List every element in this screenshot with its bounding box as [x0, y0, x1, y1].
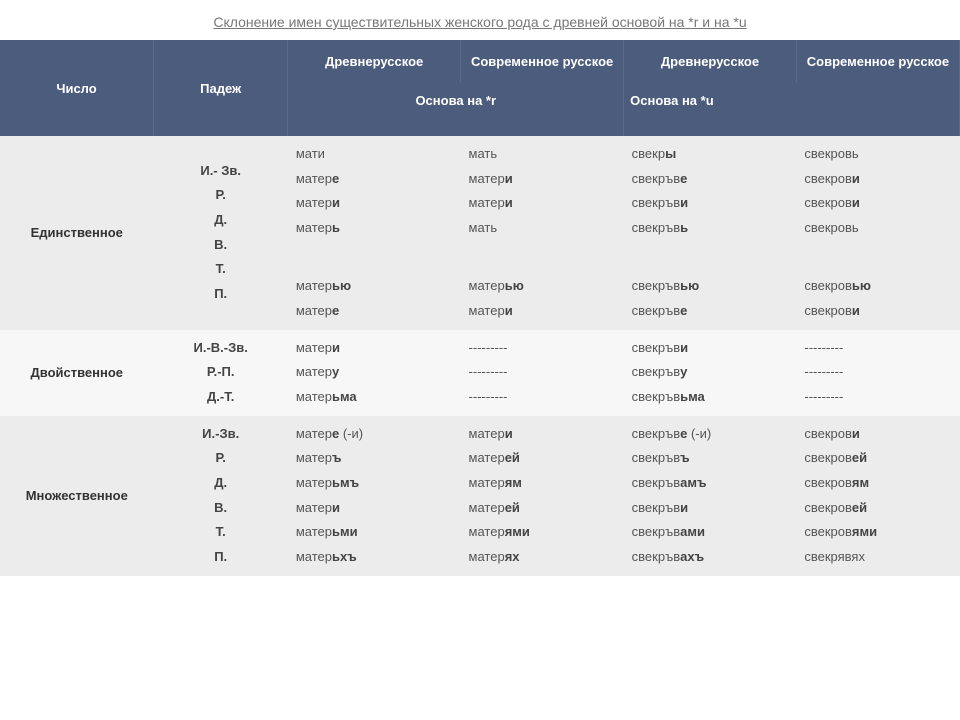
sg-old-r: матиматерематериматерьматерьюматере	[288, 136, 461, 330]
pl-new-u: свекровисвекровейсвекровямсвекровейсвекр…	[796, 416, 959, 576]
hdr-old-1: Древнерусское	[288, 40, 461, 83]
pl-old-u: свекръве (-и)свекръвъсвекръвамъсвекръвис…	[624, 416, 797, 576]
sg-old-u: свекрысвекръвесвекръвисвекръвьсвекръвьюс…	[624, 136, 797, 330]
page-title: Склонение имен существительных женского …	[0, 0, 960, 40]
label-singular: Единственное	[0, 136, 154, 330]
hdr-base-r: Основа на *r	[288, 83, 624, 136]
hdr-new-2: Современное русское	[796, 40, 959, 83]
cases-plural: И.-Зв.Р.Д.В.Т.П.	[154, 416, 288, 576]
row-plural: Множественное И.-Зв.Р.Д.В.Т.П. матере (-…	[0, 416, 960, 576]
du-old-u: свекръвисвекръвусвекръвьма	[624, 330, 797, 416]
declension-table: Число Падеж Древнерусское Современное ру…	[0, 40, 960, 576]
label-plural: Множественное	[0, 416, 154, 576]
du-new-u: ---------------------------	[796, 330, 959, 416]
row-singular: Единственное И.- Зв.Р.Д.В.Т.П. матиматер…	[0, 136, 960, 330]
hdr-case: Падеж	[154, 40, 288, 136]
hdr-old-2: Древнерусское	[624, 40, 797, 83]
sg-new-r: матьматериматериматьматерьюматери	[461, 136, 624, 330]
hdr-new-1: Современное русское	[461, 40, 624, 83]
pl-new-r: матери матерейматерямматерей матерямимат…	[461, 416, 624, 576]
label-dual: Двойственное	[0, 330, 154, 416]
cases-dual: И.-В.-Зв.Р.-П.Д.-Т.	[154, 330, 288, 416]
header-row-1: Число Падеж Древнерусское Современное ру…	[0, 40, 960, 83]
cases-singular: И.- Зв.Р.Д.В.Т.П.	[154, 136, 288, 330]
row-dual: Двойственное И.-В.-Зв.Р.-П.Д.-Т. материм…	[0, 330, 960, 416]
pl-old-r: матере (-и) матеръматерьмъматери матерьм…	[288, 416, 461, 576]
du-old-r: материматеруматерьма	[288, 330, 461, 416]
du-new-r: ---------------------------	[461, 330, 624, 416]
sg-new-u: свекровьсвекровисвекровисвекровьсвекровь…	[796, 136, 959, 330]
hdr-number: Число	[0, 40, 154, 136]
hdr-base-u: Основа на *u	[624, 83, 960, 136]
